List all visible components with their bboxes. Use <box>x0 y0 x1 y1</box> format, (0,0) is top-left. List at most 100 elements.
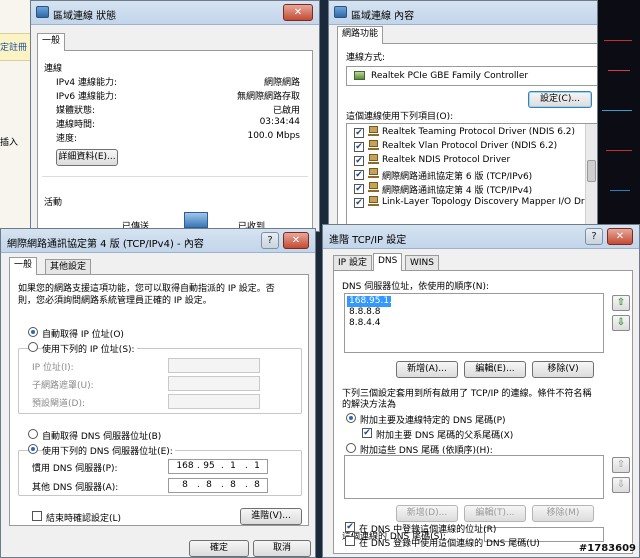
auto-ip-label[interactable]: 自動取得 IP 位址(O) <box>42 327 124 340</box>
background-left-strip: 定註冊 插入 <box>0 0 30 230</box>
adv-tab-dns[interactable]: DNS <box>373 253 403 271</box>
dns-add-button[interactable]: 新增(A)... <box>396 361 458 378</box>
dns-remove-button[interactable]: 移除(V) <box>532 361 594 378</box>
props-tab-networking[interactable]: 網路功能 <box>337 26 384 44</box>
validate-label[interactable]: 結束時確認設定(L) <box>46 511 121 524</box>
item-checkbox-2[interactable]: ✔ <box>354 142 364 152</box>
dns-server-1[interactable]: 168.95.1.1 <box>349 296 398 306</box>
duration-value: 03:34:44 <box>259 117 300 127</box>
preferred-dns-octet-4: 1 <box>254 461 260 471</box>
scroll-thumb[interactable] <box>587 160 596 182</box>
auto-dns-radio[interactable] <box>28 429 38 439</box>
status-panel: 連線 IPv4 連線能力: 網際網路 IPv6 連線能力: 無網際網路存取 媒體… <box>37 50 313 231</box>
item-checkbox-4[interactable]: ✔ <box>354 170 364 180</box>
append-parent-checkbox[interactable]: ✔ <box>362 428 372 438</box>
advanced-panel: DNS 伺服器位址，依使用的順序(N): 168.95.1.1 8.8.8.8 … <box>333 270 633 554</box>
dns-edit-button[interactable]: 編輯(E)... <box>464 361 526 378</box>
item-label-5: 網際網路通訊協定第 4 版 (TCP/IPv4) <box>382 186 533 196</box>
background-text-1: 定註冊 <box>0 43 28 53</box>
items-label: 這個連線使用下列項目(O): <box>346 112 454 122</box>
ipv4-tab-alternate[interactable]: 其他設定 <box>45 259 92 275</box>
append-primary-radio[interactable] <box>346 413 356 423</box>
configure-button[interactable]: 設定(C)... <box>528 91 592 108</box>
validate-checkbox[interactable] <box>32 511 42 521</box>
adapter-icon <box>354 71 365 80</box>
ipv4-titlebar[interactable]: 網際網路通訊協定第 4 版 (TCP/IPv4) - 內容 ? ✕ <box>1 229 315 253</box>
preferred-dns-octet-2: 95 <box>203 461 215 471</box>
ipv4-window: 網際網路通訊協定第 4 版 (TCP/IPv4) - 內容 ? ✕ 一般 其他設… <box>0 228 316 558</box>
dns-server-2[interactable]: 8.8.8.8 <box>349 307 381 317</box>
activity-header: 活動 <box>44 198 63 208</box>
dns-server-list[interactable]: 168.95.1.1 8.8.8.8 8.8.4.4 <box>344 293 604 353</box>
help-icon[interactable]: ? <box>261 232 279 249</box>
items-list[interactable]: ✔ Realtek Teaming Protocol Driver (NDIS … <box>346 123 597 231</box>
move-up-icon[interactable]: ⇧ <box>612 295 630 311</box>
ipv6-conn-value: 無網際網路存取 <box>236 92 300 102</box>
status-tab-general[interactable]: 一般 <box>37 33 66 51</box>
protocol-icon <box>368 196 379 206</box>
preferred-dns-field[interactable]: 168 . 95 . 1 . 1 <box>168 459 268 474</box>
suffix-up-icon[interactable]: ⇧ <box>612 457 630 473</box>
ipv4-tab-general[interactable]: 一般 <box>9 257 38 275</box>
item-checkbox-5[interactable]: ✔ <box>354 184 364 194</box>
items-scrollbar[interactable] <box>585 124 597 231</box>
advanced-titlebar[interactable]: 進階 TCP/IP 設定 ? ✕ <box>323 225 639 249</box>
auto-ip-radio[interactable] <box>28 327 38 337</box>
item-label-4: 網際網路通訊協定第 6 版 (TCP/IPv6) <box>382 172 533 182</box>
status-window: 區域連線 狀態 ✕ 一般 連線 IPv4 連線能力: 網際網路 IPv6 連線能… <box>30 0 320 232</box>
protocol-icon <box>368 168 379 178</box>
manual-dns-label[interactable]: 使用下列的 DNS 伺服器位址(E): <box>42 444 175 457</box>
register-address-checkbox[interactable]: ✔ <box>345 522 355 532</box>
ip-address-label: IP 位址(I): <box>32 363 74 373</box>
ipv4-panel: 如果您的網路支援這項功能，您可以取得自動指派的 IP 設定。否 則，您必須詢問網… <box>9 274 309 526</box>
append-parent-label[interactable]: 附加主要 DNS 尾碼的父系尾碼(X) <box>376 428 513 441</box>
append-these-radio[interactable] <box>346 443 356 453</box>
media-state-label: 媒體狀態: <box>56 106 96 116</box>
suffix-down-icon[interactable]: ⇩ <box>612 477 630 493</box>
gateway-field <box>168 394 260 409</box>
protocol-icon <box>368 154 379 164</box>
suffix-list[interactable] <box>344 455 604 499</box>
gateway-label: 預設閘道(D): <box>32 399 85 409</box>
move-down-icon[interactable]: ⇩ <box>612 315 630 331</box>
register-address-label[interactable]: 在 DNS 中登錄這個連線的位址(R) <box>359 522 496 535</box>
item-checkbox-3[interactable]: ✔ <box>354 156 364 166</box>
cancel-button[interactable]: 取消 <box>253 540 311 557</box>
status-titlebar[interactable]: 區域連線 狀態 ✕ <box>31 1 319 25</box>
ok-button[interactable]: 確定 <box>189 540 249 557</box>
auto-dns-label[interactable]: 自動取得 DNS 伺服器位址(B) <box>42 429 161 442</box>
dns-list-label: DNS 伺服器位址，依使用的順序(N): <box>342 282 490 292</box>
suffix-remove-button[interactable]: 移除(M) <box>532 505 594 522</box>
adapter-name: Realtek PCIe GBE Family Controller <box>371 71 529 81</box>
item-checkbox-1[interactable]: ✔ <box>354 128 364 138</box>
props-window: 區域連線 內容 網路功能 連線方式: Realtek PCIe GBE Fami… <box>328 0 598 232</box>
alternate-dns-octet-3: 8 <box>230 480 236 490</box>
details-button[interactable]: 詳細資料(E)... <box>56 149 118 166</box>
use-suffix-checkbox[interactable] <box>345 536 355 546</box>
close-icon[interactable]: ✕ <box>283 232 309 249</box>
watermark: #1783609 <box>578 543 636 554</box>
adv-tab-ip[interactable]: IP 設定 <box>333 255 372 271</box>
adv-tab-wins[interactable]: WINS <box>405 255 439 271</box>
alternate-dns-octet-1: 8 <box>182 480 188 490</box>
close-icon[interactable]: ✕ <box>607 228 633 245</box>
computers-icon <box>184 212 208 228</box>
manual-ip-radio[interactable] <box>28 342 38 352</box>
append-primary-label[interactable]: 附加主要及連線特定的 DNS 尾碼(P) <box>360 413 506 426</box>
alternate-dns-octet-2: 8 <box>206 480 212 490</box>
subnet-mask-label: 子網路遮罩(U): <box>32 381 94 391</box>
advanced-button[interactable]: 進階(V)... <box>240 508 302 525</box>
manual-ip-label[interactable]: 使用下列的 IP 位址(S): <box>42 342 137 355</box>
dns-server-3[interactable]: 8.8.4.4 <box>349 318 381 328</box>
props-titlebar[interactable]: 區域連線 內容 <box>329 1 597 25</box>
suffix-edit-button[interactable]: 編輯(T)... <box>464 505 526 522</box>
suffix-add-button[interactable]: 新增(D)... <box>396 505 458 522</box>
manual-dns-radio[interactable] <box>28 444 38 454</box>
close-icon[interactable]: ✕ <box>283 4 313 21</box>
help-icon[interactable]: ? <box>585 228 603 245</box>
alternate-dns-field[interactable]: 8 . 8 . 8 . 8 <box>168 478 268 493</box>
use-suffix-label[interactable]: 在 DNS 登錄中使用這個連線的 DNS 尾碼(U) <box>359 536 540 549</box>
protocol-icon <box>368 182 379 192</box>
ipv4-conn-value: 網際網路 <box>263 78 300 88</box>
item-checkbox-6[interactable]: ✔ <box>354 198 364 208</box>
